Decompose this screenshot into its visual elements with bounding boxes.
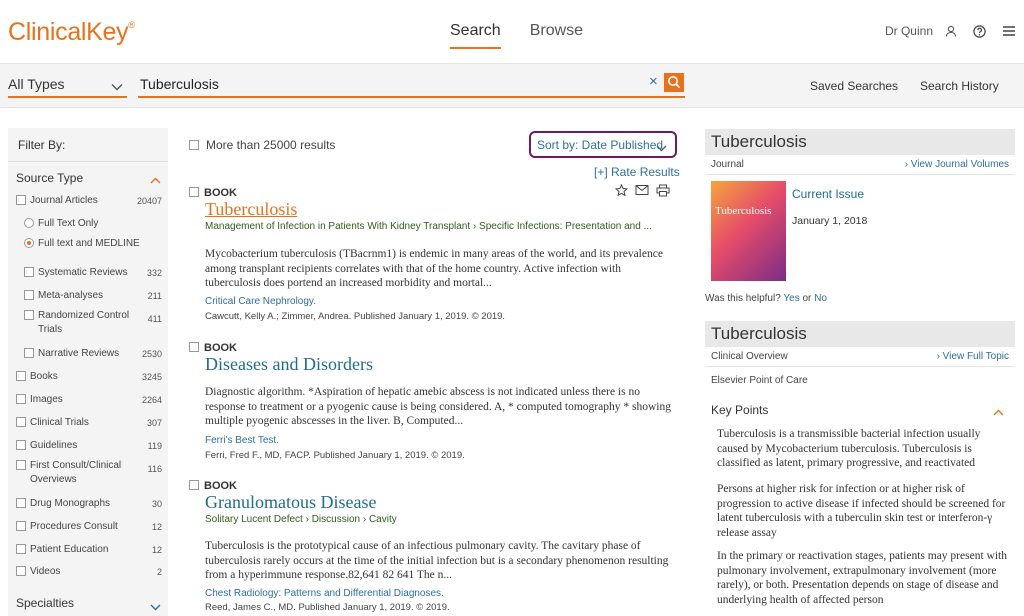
- source-type-heading[interactable]: Source Type: [16, 171, 83, 185]
- result-type: BOOK: [189, 342, 237, 354]
- result-title[interactable]: Tuberculosis: [205, 199, 297, 220]
- result-source[interactable]: Critical Care Nephrology.: [205, 296, 316, 307]
- checkbox[interactable]: [16, 371, 26, 381]
- search-history-link[interactable]: Search History: [920, 79, 999, 93]
- filter-randomized-control-trials[interactable]: Randomized Control Trials 411: [24, 309, 166, 337]
- nav-browse[interactable]: Browse: [530, 22, 583, 49]
- clinicalkey-logo[interactable]: ClinicalKey®: [8, 18, 135, 47]
- key-point: Persons at higher risk for infection or …: [717, 483, 1006, 539]
- radio[interactable]: [24, 218, 34, 228]
- helpful-no-link[interactable]: No: [814, 293, 827, 304]
- checkbox[interactable]: [16, 460, 26, 470]
- content-type-value: All Types: [8, 76, 65, 92]
- help-icon[interactable]: [973, 24, 986, 38]
- print-icon[interactable]: [656, 184, 670, 200]
- result-checkbox[interactable]: [189, 187, 199, 197]
- sort-dropdown[interactable]: Sort by: Date Published: [529, 131, 677, 158]
- checkbox[interactable]: [24, 348, 34, 358]
- result-title[interactable]: Granulomatous Disease: [205, 492, 376, 513]
- result-source[interactable]: Ferri's Best Test.: [205, 435, 279, 446]
- result-description: Tuberculosis is the prototypical cause o…: [205, 540, 669, 581]
- chevron-down-icon: [111, 78, 123, 94]
- clear-search-icon[interactable]: ×: [649, 73, 658, 90]
- result-meta: Reed, James C., MD. Published January 1,…: [205, 602, 450, 613]
- filter-title: Filter By:: [18, 138, 66, 152]
- checkbox[interactable]: [16, 566, 26, 576]
- result-meta: Cawcutt, Kelly A.; Zimmer, Andrea. Publi…: [205, 311, 506, 322]
- current-issue-link[interactable]: Current Issue: [792, 187, 864, 201]
- top-bar: ClinicalKey® Search Browse Dr Quinn: [0, 0, 1024, 64]
- view-full-topic-link[interactable]: › View Full Topic: [937, 351, 1009, 362]
- journal-cover-image[interactable]: Tuberculosis: [711, 181, 786, 281]
- select-all-checkbox[interactable]: [189, 140, 199, 150]
- chevron-up-icon[interactable]: [150, 173, 161, 187]
- star-icon[interactable]: [614, 183, 629, 200]
- user-area: Dr Quinn: [885, 24, 1016, 38]
- result-item: BOOK Diseases and Disorders Diagnostic a…: [189, 342, 673, 467]
- checkbox[interactable]: [16, 195, 26, 205]
- radio-selected[interactable]: [24, 238, 34, 248]
- result-checkbox[interactable]: [189, 480, 199, 490]
- result-breadcrumb[interactable]: Solitary Lucent Defect › Discussion › Ca…: [205, 514, 675, 525]
- overview-panel-sub: Clinical Overview › View Full Topic: [705, 347, 1015, 367]
- user-name[interactable]: Dr Quinn: [885, 24, 933, 38]
- journal-panel-title: Tuberculosis: [705, 129, 1015, 155]
- search-row: All Types Tuberculosis × Saved Searches …: [0, 64, 1024, 108]
- key-points-heading[interactable]: Key Points: [711, 403, 768, 417]
- clinical-overview-panel: Tuberculosis Clinical Overview › View Fu…: [705, 321, 1015, 616]
- nav-search[interactable]: Search: [450, 22, 501, 49]
- result-title[interactable]: Diseases and Disorders: [205, 354, 373, 375]
- result-item: BOOK Tuberculosis Management of Infectio…: [189, 183, 675, 337]
- checkbox[interactable]: [24, 290, 34, 300]
- result-type: BOOK: [189, 480, 237, 492]
- specialties-heading[interactable]: Specialties: [16, 596, 74, 610]
- checkbox[interactable]: [24, 267, 34, 277]
- checkbox[interactable]: [16, 417, 26, 427]
- result-meta: Ferri, Fred F., MD, FACP. Published Janu…: [205, 450, 465, 461]
- chevron-down-icon: [656, 141, 667, 155]
- journal-panel: Tuberculosis Journal › View Journal Volu…: [705, 129, 1015, 289]
- checkbox[interactable]: [16, 394, 26, 404]
- content-type-select[interactable]: All Types: [8, 72, 127, 98]
- filter-first-consult[interactable]: First Consult/Clinical Overviews 116: [16, 459, 166, 487]
- user-icon[interactable]: [945, 25, 957, 37]
- checkbox[interactable]: [24, 310, 34, 320]
- current-issue-date: January 1, 2018: [792, 215, 868, 227]
- result-breadcrumb[interactable]: Management of Infection in Patients With…: [205, 221, 675, 232]
- result-item: BOOK Granulomatous Disease Solitary Luce…: [189, 480, 673, 616]
- result-description: Diagnostic algorithm. *Aspiration of hep…: [205, 386, 671, 427]
- overview-source: Elsevier Point of Care: [711, 375, 808, 386]
- helpful-prompt: Was this helpful? Yes or No: [705, 293, 827, 304]
- results-count: More than 25000 results: [189, 138, 335, 152]
- result-checkbox[interactable]: [189, 342, 199, 352]
- checkbox[interactable]: [16, 544, 26, 554]
- journal-panel-sub: Journal › View Journal Volumes: [705, 155, 1015, 175]
- search-button[interactable]: [664, 73, 684, 92]
- chevron-down-icon[interactable]: [150, 600, 161, 614]
- checkbox[interactable]: [16, 498, 26, 508]
- search-input[interactable]: Tuberculosis: [138, 72, 685, 98]
- main-nav: Search Browse: [450, 22, 583, 49]
- key-point: Tuberculosis is a transmissible bacteria…: [717, 428, 981, 469]
- email-icon[interactable]: [635, 184, 649, 200]
- saved-searches-link[interactable]: Saved Searches: [810, 79, 898, 93]
- result-type: BOOK: [189, 187, 237, 199]
- divider: [8, 161, 168, 162]
- checkbox[interactable]: [16, 440, 26, 450]
- result-description: Mycobacterium tuberculosis (TBacrnm1) is…: [205, 248, 663, 289]
- menu-icon[interactable]: [1002, 25, 1016, 37]
- view-journal-volumes-link[interactable]: › View Journal Volumes: [905, 159, 1009, 170]
- result-actions: [614, 183, 670, 200]
- checkbox[interactable]: [16, 521, 26, 531]
- result-source[interactable]: Chest Radiology: Patterns and Differenti…: [205, 588, 444, 599]
- key-point: In the primary or reactivation stages, p…: [717, 550, 1007, 606]
- rate-results-link[interactable]: [+] Rate Results: [594, 165, 680, 179]
- chevron-up-icon[interactable]: [993, 405, 1004, 419]
- overview-panel-title: Tuberculosis: [705, 321, 1015, 347]
- search-icon: [668, 76, 681, 89]
- helpful-yes-link[interactable]: Yes: [783, 293, 799, 304]
- filter-panel: Filter By: Source Type Journal Articles 2…: [8, 128, 168, 616]
